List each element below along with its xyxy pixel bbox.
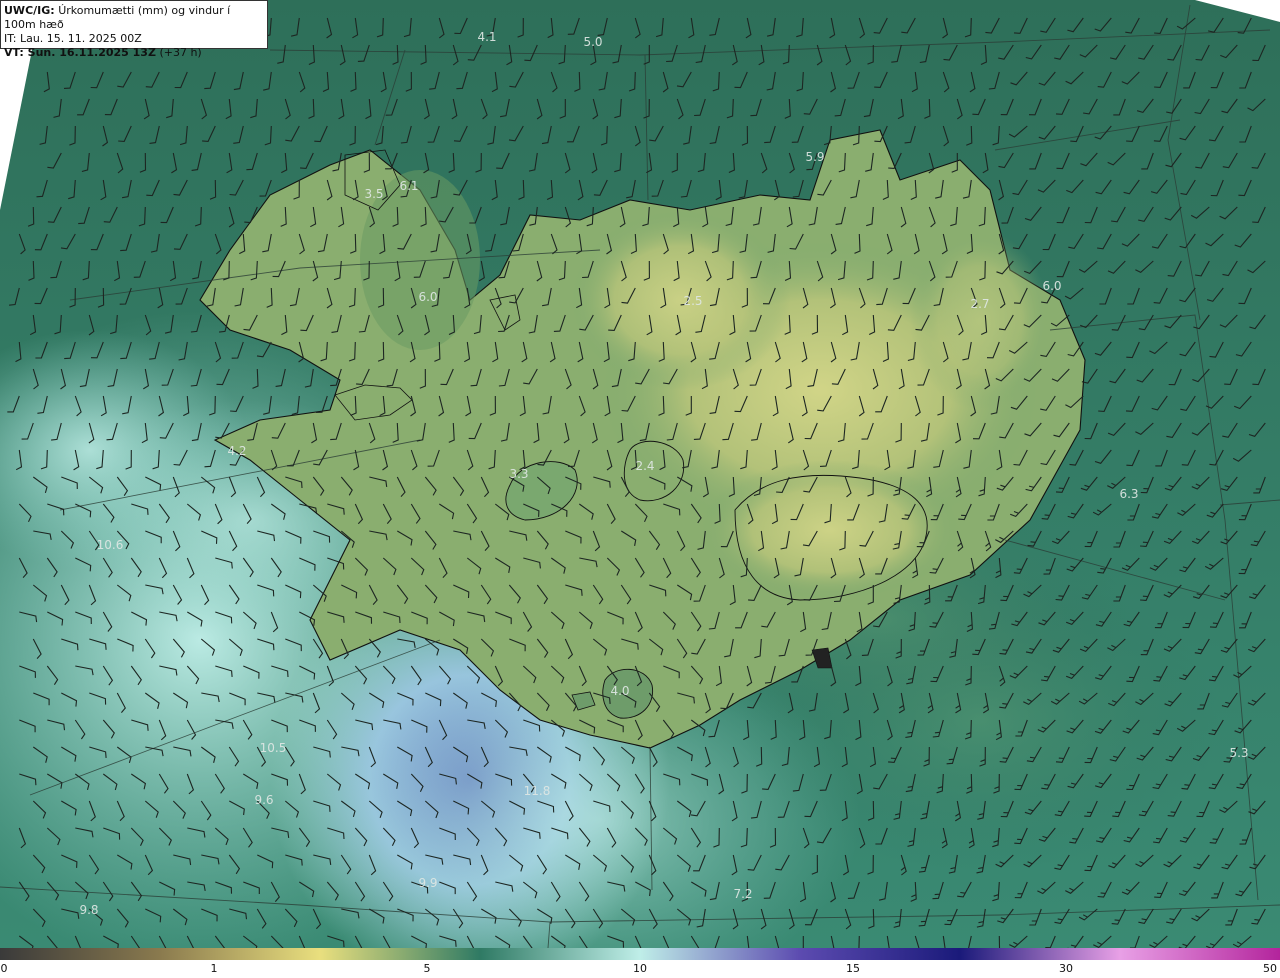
precip-value-9: 4.2 [227, 444, 246, 458]
map-title-line: UWC/IG: Úrkomumætti (mm) og vindur í 100… [4, 4, 264, 32]
colorbar-strip [0, 948, 1280, 960]
weather-map[interactable]: 4.1 5.0 5.9 6.1 3.5 6.0 2.5 2.7 6.0 4.2 3.3 2.4 6.3 1… [0, 0, 1280, 948]
precip-value-3: 6.1 [399, 179, 418, 193]
precip-value-20: 7.2 [733, 887, 752, 901]
valid-time-line: VT: Sun. 16.11.2025 13Z (+37 h) [4, 46, 264, 60]
colorbar-label-50: 50 [1263, 962, 1277, 975]
valid-time: VT: Sun. 16.11.2025 13Z [4, 46, 156, 59]
map-view[interactable]: 4.1 5.0 5.9 6.1 3.5 6.0 2.5 2.7 6.0 4.2 3.3 2.4 6.3 1… [0, 0, 1280, 978]
precip-value-17: 9.6 [254, 793, 273, 807]
precip-value-13: 10.6 [97, 538, 124, 552]
precip-value-0: 4.1 [477, 30, 496, 44]
map-info-box: UWC/IG: Úrkomumætti (mm) og vindur í 100… [0, 0, 268, 59]
precip-value-11: 2.4 [635, 459, 654, 473]
precip-value-18: 11.8 [524, 784, 551, 798]
precip-value-16: 5.3 [1229, 746, 1248, 760]
colorbar-legend: 0 1 5 10 15 30 50 [0, 948, 1280, 978]
colorbar-label-1: 1 [210, 962, 218, 975]
precip-value-2: 5.9 [805, 150, 824, 164]
precip-value-15: 10.5 [260, 741, 287, 755]
colorbar-label-0: 0 [0, 962, 8, 975]
precip-value-21: 9.8 [79, 903, 98, 917]
colorbar-label-5: 5 [423, 962, 431, 975]
precip-value-8: 6.0 [1042, 279, 1061, 293]
colorbar-label-30: 30 [1059, 962, 1073, 975]
forecast-hour: (+37 h) [159, 46, 202, 59]
precip-value-5: 6.0 [418, 290, 437, 304]
precip-value-4: 3.5 [364, 187, 383, 201]
colorbar-label-10: 10 [633, 962, 647, 975]
precip-value-1: 5.0 [583, 35, 602, 49]
precip-value-19: 9.9 [418, 876, 437, 890]
precip-value-6: 2.5 [683, 294, 702, 308]
precip-value-12: 6.3 [1119, 487, 1138, 501]
precip-value-14: 4.0 [610, 684, 629, 698]
model-label: UWC/IG: [4, 4, 55, 17]
precip-value-7: 2.7 [970, 297, 989, 311]
initial-time-line: IT: Lau. 15. 11. 2025 00Z [4, 32, 142, 45]
precip-value-10: 3.3 [509, 467, 528, 481]
colorbar-label-15: 15 [846, 962, 860, 975]
